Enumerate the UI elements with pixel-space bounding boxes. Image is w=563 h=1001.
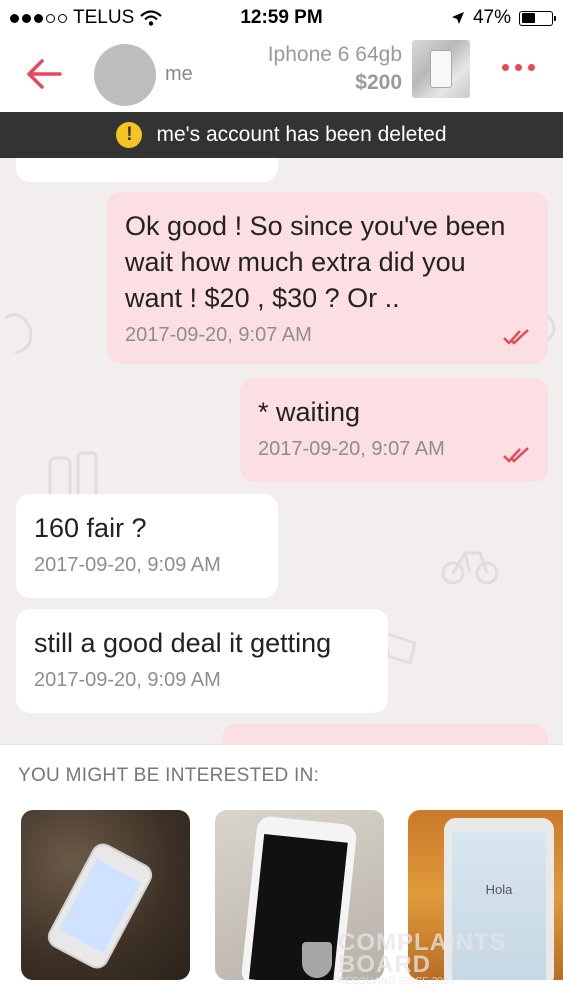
avatar[interactable] [94,44,156,106]
read-receipt-icon [503,329,529,345]
suggested-item-card[interactable] [21,810,190,980]
status-bar: TELUS 12:59 PM 47% [0,0,563,36]
message-bubble-partial [16,158,278,182]
chat-header: me Iphone 6 64gb $200 [0,36,563,113]
message-timestamp: 2017-09-20, 9:07 AM [125,324,312,346]
location-arrow-icon [451,12,464,24]
status-right: 47% [451,7,556,29]
watermark-line2: BOARD [338,951,431,978]
message-text: Ok good ! So since you've been wait how … [125,211,506,313]
account-deleted-banner: ! me's account has been deleted [0,112,563,158]
back-arrow-icon[interactable] [24,54,64,94]
message-bubble-outgoing[interactable]: Ok good ! So since you've been wait how … [107,192,548,364]
message-bubble-outgoing[interactable]: * waiting 2017-09-20, 9:07 AM [240,378,548,482]
warning-icon: ! [116,122,143,148]
banner-text: me's account has been deleted [156,123,447,146]
read-receipt-icon [503,447,529,463]
listing-thumbnail[interactable] [412,40,470,98]
listing-title: Iphone 6 64gb [267,43,402,66]
phone-screen-text: Hola [485,882,513,897]
message-bubble-incoming[interactable]: 160 fair ? 2017-09-20, 9:09 AM [16,494,278,598]
phone-image [46,842,154,970]
message-text: still a good deal it getting [34,628,332,658]
more-options-icon[interactable] [502,64,535,71]
message-list[interactable]: Ok good ! So since you've been wait how … [0,158,563,744]
message-text: * waiting [258,397,361,427]
listing-info[interactable]: Iphone 6 64gb $200 [268,43,402,95]
message-bubble-incoming[interactable]: still a good deal it getting 2017-09-20,… [16,609,388,713]
message-timestamp: 2017-09-20, 9:09 AM [34,554,221,576]
battery-icon [519,10,556,26]
watermark: COMPLAINTS BOARD RESOLVING SINCE 2004 [302,931,507,987]
background-doodle-icon [4,313,33,355]
watermark-tag: RESOLVING SINCE 2004 [338,976,454,987]
username[interactable]: me [165,63,193,86]
message-timestamp: 2017-09-20, 9:07 AM [258,438,445,460]
listing-price: $200 [355,71,402,94]
message-timestamp: 2017-09-20, 9:09 AM [34,669,221,691]
battery-percent: 47% [472,7,511,28]
message-bubble-partial [222,724,548,744]
message-text: 160 fair ? [34,513,147,543]
bicycle-icon [441,551,499,585]
shield-logo-icon [302,941,332,978]
suggestions-title: YOU MIGHT BE INTERESTED IN: [18,765,320,786]
